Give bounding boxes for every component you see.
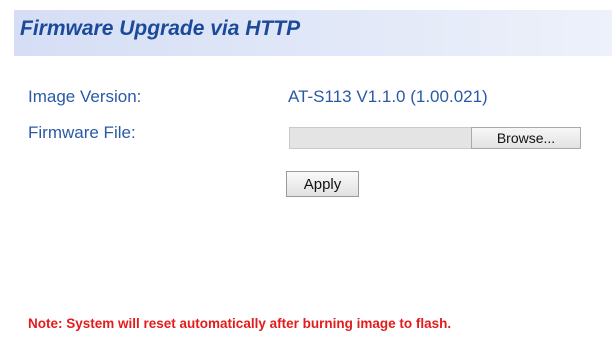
image-version-label: Image Version: [28,87,142,106]
apply-button[interactable]: Apply [286,171,359,197]
image-version-value: AT-S113 V1.1.0 (1.00.021) [288,87,488,106]
page-title: Firmware Upgrade via HTTP [20,17,301,40]
firmware-file-label: Firmware File: [28,123,136,142]
reset-note: Note: System will reset automatically af… [28,316,452,331]
browse-button[interactable]: Browse... [471,127,581,149]
firmware-file-input[interactable] [289,127,471,149]
